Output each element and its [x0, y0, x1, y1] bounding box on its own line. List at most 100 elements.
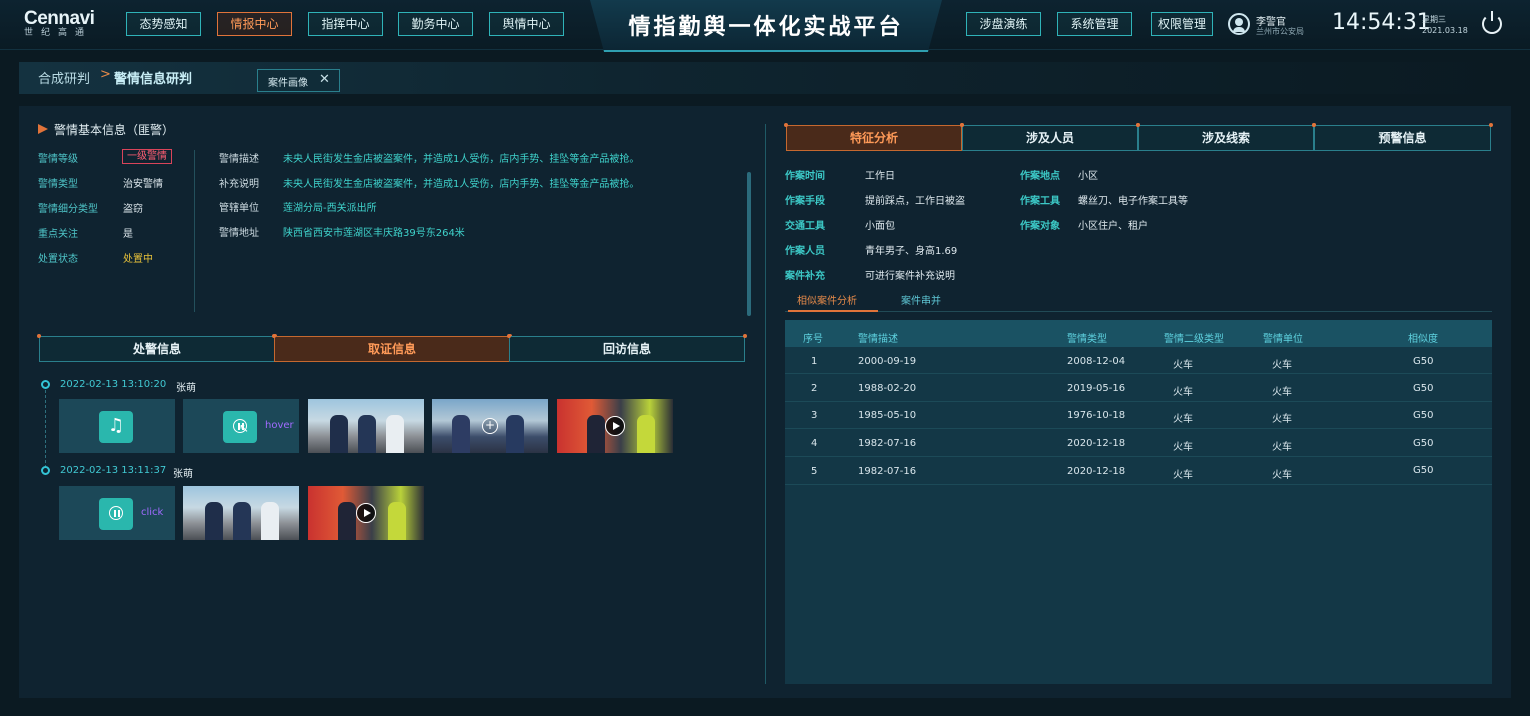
detail-value: 未央人民街发生金店被盗案件，并造成1人受伤，店内手势、挂坠等金产品被抢。: [283, 154, 640, 165]
evidence-video[interactable]: [557, 399, 673, 453]
breadcrumb-current: 警情信息研判: [114, 72, 193, 87]
feature-label: 案件补充: [785, 271, 825, 282]
column-header: 警情二级类型: [1164, 334, 1224, 345]
play-icon[interactable]: [356, 503, 376, 523]
field-label: 处置状态: [38, 254, 78, 265]
tab-warning-info[interactable]: 预警信息: [1312, 123, 1493, 151]
table-cell: 2000-09-19: [858, 356, 917, 367]
feature-value: 工作日: [865, 171, 895, 182]
timeline-time: 2022-02-13 13:11:37: [60, 465, 167, 476]
audio-file-tile-hover[interactable]: ↖ hover: [183, 399, 299, 453]
table-cell: 火车: [1173, 470, 1193, 481]
feature-label: 作案工具: [1020, 196, 1060, 207]
open-tab-label: 案件画像: [268, 78, 308, 89]
table-cell: 火车: [1173, 360, 1193, 371]
table-row[interactable]: 5 1982-07-16 2020-12-18 火车 火车 G50: [785, 458, 1492, 485]
section-title: 警情基本信息（匪警）: [54, 123, 175, 137]
audio-file-tile-click[interactable]: click: [59, 486, 175, 540]
field-value: 是: [123, 229, 133, 240]
timeline-time: 2022-02-13 13:10:20: [60, 379, 167, 390]
panel-divider: [765, 124, 766, 684]
table-cell: 1982-07-16: [858, 438, 917, 449]
feature-label: 作案对象: [1020, 221, 1060, 232]
timeline-person: 张萌: [176, 383, 196, 394]
table-row[interactable]: 2 1988-02-20 2019-05-16 火车 火车 G50: [785, 375, 1492, 402]
table-cell: 火车: [1272, 470, 1292, 481]
music-note-icon: ♫: [108, 415, 125, 436]
evidence-photo[interactable]: +: [432, 399, 548, 453]
table-cell: 2020-12-18: [1067, 438, 1126, 449]
breadcrumb-parent[interactable]: 合成研判: [38, 68, 90, 87]
table-row[interactable]: 4 1982-07-16 2020-12-18 火车 火车 G50: [785, 430, 1492, 457]
nav-intelligence[interactable]: 情报中心: [217, 12, 292, 36]
feature-value: 小面包: [865, 221, 895, 232]
pause-icon: [109, 506, 123, 520]
feature-label: 作案人员: [785, 246, 825, 257]
open-tab-case-profile[interactable]: 案件画像 ✕: [257, 69, 340, 92]
evidence-video[interactable]: [308, 486, 424, 540]
section-arrow-icon: [38, 124, 48, 134]
nav-public-opinion[interactable]: 舆情中心: [489, 12, 564, 36]
audio-file-tile[interactable]: ♫: [59, 399, 175, 453]
table-cell: G50: [1413, 438, 1434, 449]
field-value: 盗窃: [123, 204, 143, 215]
table-cell: G50: [1413, 410, 1434, 421]
nav-situation[interactable]: 态势感知: [126, 12, 201, 36]
tab-involved-persons[interactable]: 涉及人员: [960, 123, 1140, 151]
column-header: 警情类型: [1067, 334, 1107, 345]
timeline-dot: [41, 380, 50, 389]
nav-drill[interactable]: 涉盘演练: [966, 12, 1041, 36]
clock-weekday: 星期三: [1422, 15, 1446, 24]
audio-file-icon: [99, 498, 133, 530]
table-cell: 火车: [1272, 414, 1292, 425]
tab-followup-info[interactable]: 回访信息: [507, 334, 747, 362]
table-cell: 1988-02-20: [858, 383, 917, 394]
table-cell: 1985-05-10: [858, 410, 917, 421]
feature-value: 可进行案件补充说明: [865, 271, 955, 282]
table-cell: G50: [1413, 465, 1434, 476]
table-cell: 2020-12-18: [1067, 466, 1126, 477]
feature-label: 作案时间: [785, 171, 825, 182]
user-icon[interactable]: [1228, 13, 1250, 35]
table-cell: 3: [811, 410, 818, 421]
table-cell: 2008-12-04: [1067, 356, 1126, 367]
nav-permission[interactable]: 权限管理: [1151, 12, 1213, 36]
hover-state-label: hover: [265, 420, 294, 431]
tab-dispatch-info[interactable]: 处警信息: [37, 334, 277, 362]
nav-duty[interactable]: 勤务中心: [398, 12, 473, 36]
tab-feature-analysis[interactable]: 特征分析: [784, 123, 964, 151]
tab-evidence-info[interactable]: 取证信息: [272, 334, 512, 362]
detail-label: 管辖单位: [219, 203, 259, 214]
field-label: 警情等级: [38, 154, 78, 165]
subtab-similar-cases[interactable]: 相似案件分析: [797, 292, 857, 307]
clock-time: 14:54:31: [1332, 10, 1431, 35]
zoom-in-icon: +: [482, 418, 498, 434]
column-header: 序号: [803, 334, 823, 345]
logo-text: Cennavi: [24, 8, 95, 29]
table-row[interactable]: 1 2000-09-19 2008-12-04 火车 火车 G50: [785, 347, 1492, 374]
table-cell: 4: [811, 438, 818, 449]
scrollbar[interactable]: [747, 172, 751, 316]
table-cell: G50: [1413, 356, 1434, 367]
table-cell: 火车: [1173, 442, 1193, 453]
table-cell: 火车: [1173, 414, 1193, 425]
nav-command[interactable]: 指挥中心: [308, 12, 383, 36]
detail-value: 陕西省西安市莲湖区丰庆路39号东264米: [283, 228, 465, 239]
close-icon[interactable]: ✕: [319, 73, 330, 87]
table-cell: 1982-07-16: [858, 466, 917, 477]
evidence-photo[interactable]: [308, 399, 424, 453]
table-cell: 1: [811, 356, 818, 367]
table-cell: 2019-05-16: [1067, 383, 1126, 394]
tab-involved-clues[interactable]: 涉及线索: [1136, 123, 1316, 151]
power-icon[interactable]: [1482, 11, 1502, 34]
timeline-line: [45, 390, 46, 468]
table-row[interactable]: 3 1985-05-10 1976-10-18 火车 火车 G50: [785, 402, 1492, 429]
evidence-photo[interactable]: [183, 486, 299, 540]
table-cell: 5: [811, 466, 818, 477]
subtab-case-link[interactable]: 案件串并: [901, 292, 941, 307]
nav-system[interactable]: 系统管理: [1057, 12, 1132, 36]
field-label: 重点关注: [38, 229, 78, 240]
play-icon[interactable]: [605, 416, 625, 436]
audio-file-icon: ♫: [99, 411, 133, 443]
feature-label: 作案手段: [785, 196, 825, 207]
